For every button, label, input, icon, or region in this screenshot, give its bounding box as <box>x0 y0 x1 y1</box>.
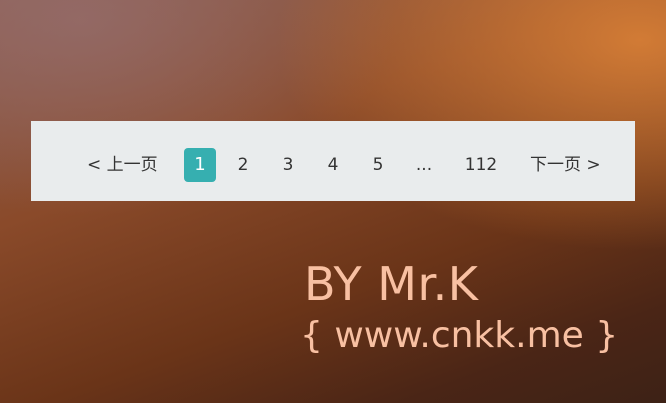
page-4-button[interactable]: 4 <box>323 148 343 182</box>
page-2-button[interactable]: 2 <box>233 148 253 182</box>
page-1-button[interactable]: 1 <box>184 148 216 182</box>
author-website: { www.cnkk.me } <box>300 315 619 356</box>
pagination-bar: < 上一页 1 2 3 4 5 ... 112 下一页 > <box>31 121 635 201</box>
pagination-ellipsis: ... <box>415 155 433 175</box>
prev-page-button[interactable]: < 上一页 <box>87 148 158 182</box>
page-3-button[interactable]: 3 <box>278 148 298 182</box>
author-credit: BY Mr.K { www.cnkk.me } <box>300 256 618 358</box>
pager: < 上一页 1 2 3 4 5 ... 112 下一页 > <box>31 121 635 201</box>
page-5-button[interactable]: 5 <box>368 148 388 182</box>
next-page-button[interactable]: 下一页 > <box>530 148 601 182</box>
last-page-button[interactable]: 112 <box>461 148 501 182</box>
author-byline: BY Mr.K <box>304 257 479 311</box>
